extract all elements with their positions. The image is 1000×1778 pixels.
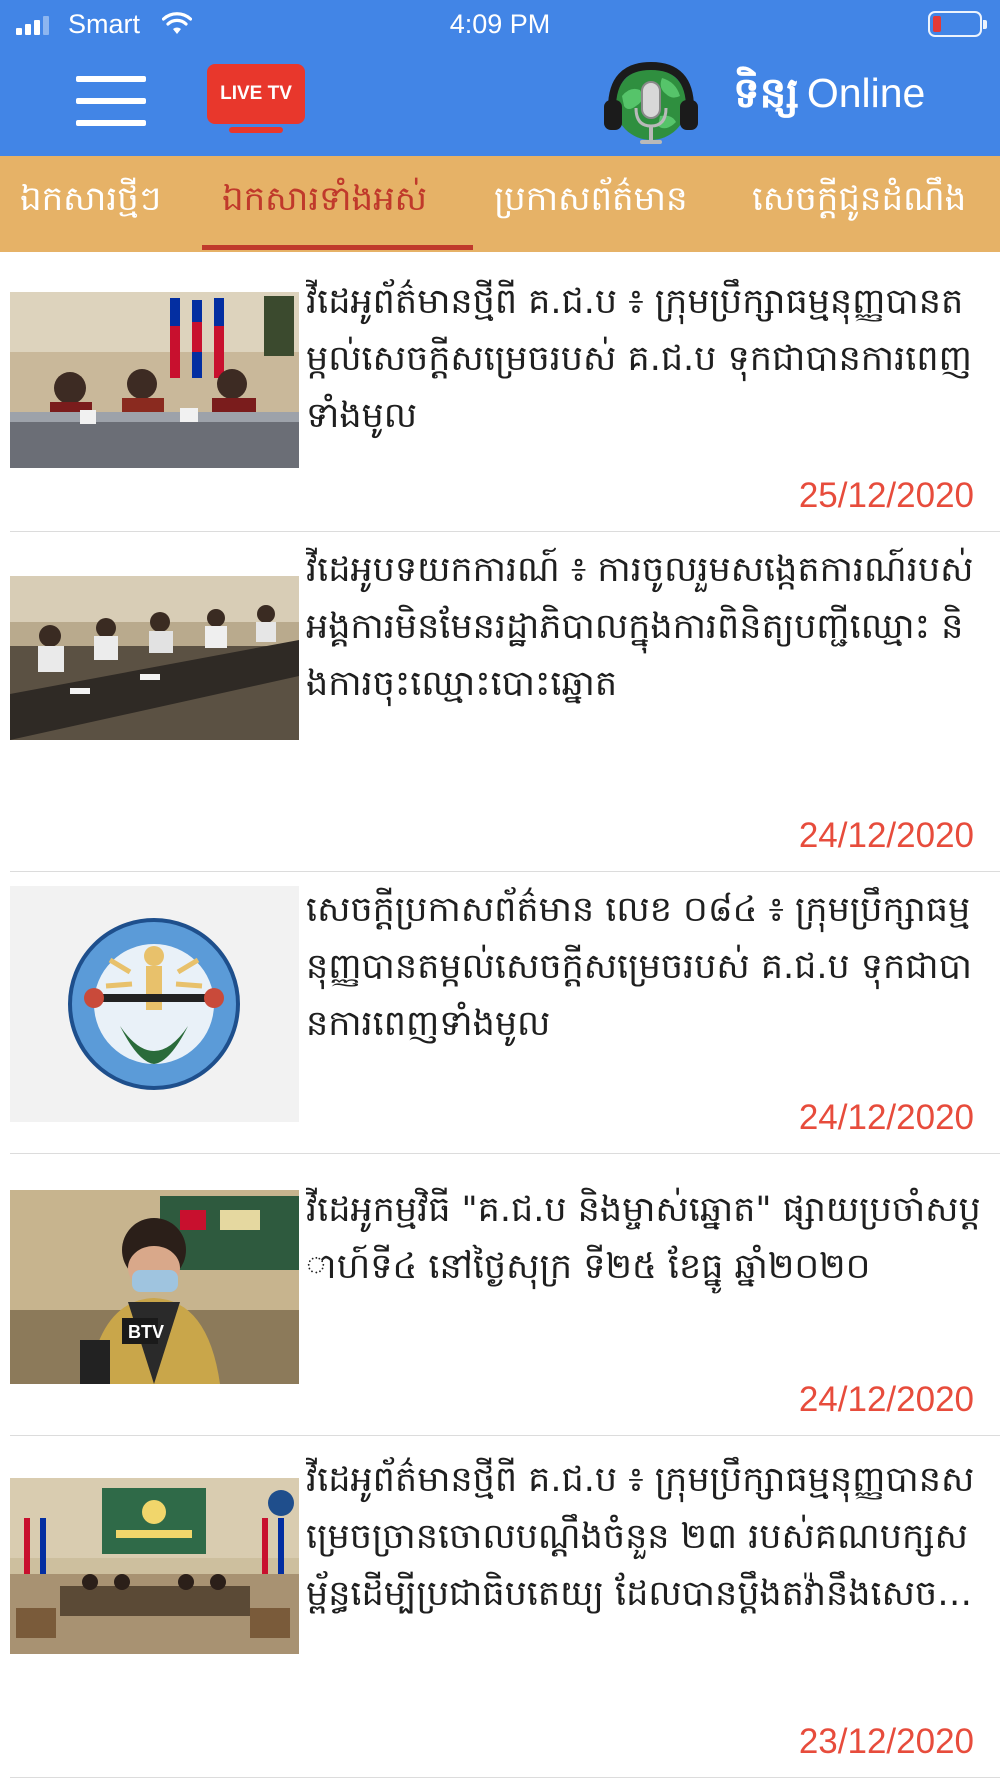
article-title: វីដេអូព័ត៌មានថ្មីពី គ.ជ.ប ៖ ក្រុមប្រឹក្ស… — [306, 1460, 975, 1614]
article-title: វីដេអូបទយកការណ៍ ៖ ការចូលរួមសង្កេតការណ៍រប… — [306, 550, 974, 704]
article-title: សេចក្ដីប្រកាសព័ត៌មាន លេខ ០៨៤ ៖ ក្រុមប្រឹ… — [306, 890, 972, 1044]
article-thumbnail — [10, 886, 299, 1122]
article-title: វីដេអូព័ត៌មានថ្មីពី គ.ជ.ប ៖ ក្រុមប្រឹក្ស… — [306, 282, 972, 436]
article-date: 23/12/2020 — [798, 1722, 974, 1761]
list-item[interactable]: BTV វីដេអូកម្មវិធី "គ.ជ.ប និងម្ចាស់ឆ្នោត… — [0, 1154, 1000, 1436]
category-tab-bar: ឯកសារថ្មីៗ ឯកសារទាំងអស់ ប្រកាសព័ត៌មាន សេ… — [0, 156, 1000, 252]
brand-khmer: ទិន្ស — [733, 68, 799, 117]
tab-press-releases[interactable]: ប្រកាសព័ត៌មាន — [494, 156, 688, 252]
list-item[interactable]: វីដេអូបទយកការណ៍ ៖ ការចូលរួមសង្កេតការណ៍រប… — [0, 532, 1000, 872]
article-date: 24/12/2020 — [798, 816, 974, 855]
active-tab-indicator — [202, 245, 473, 250]
clock: 4:09 PM — [449, 9, 551, 39]
tab-announcements[interactable]: សេចក្ដីជូនដំណឹង — [752, 156, 966, 252]
tab-all-documents[interactable]: ឯកសារទាំងអស់ — [222, 156, 427, 252]
svg-text:BTV: BTV — [128, 1322, 164, 1342]
article-thumbnail — [10, 1478, 299, 1654]
tab-new-documents[interactable]: ឯកសារថ្មីៗ — [20, 156, 161, 252]
list-item[interactable]: សេចក្ដីប្រកាសព័ត៌មាន លេខ ០៨៤ ៖ ក្រុមប្រឹ… — [0, 872, 1000, 1154]
app-header: LIVE TV ទិន្ស Online — [0, 50, 1000, 156]
status-bar: Smart 4:09 PM — [0, 0, 1000, 50]
article-thumbnail — [10, 576, 299, 740]
battery-icon — [928, 11, 987, 37]
live-tv-label: LIVE TV — [207, 64, 305, 124]
nec-emblem-icon — [10, 886, 299, 1122]
article-date: 25/12/2020 — [798, 476, 974, 515]
brand-latin: Online — [806, 70, 926, 116]
article-title: វីដេអូកម្មវិធី "គ.ជ.ប និងម្ចាស់ឆ្នោត" ផ្… — [306, 1190, 981, 1287]
article-thumbnail: BTV — [10, 1190, 299, 1384]
live-tv-button[interactable]: LIVE TV — [207, 64, 305, 136]
brand-title: ទិន្ស Online — [733, 66, 925, 128]
microphone-headphones-globe-icon — [604, 61, 698, 144]
article-date: 24/12/2020 — [798, 1098, 974, 1137]
article-date: 24/12/2020 — [798, 1380, 974, 1419]
article-thumbnail — [10, 292, 299, 468]
list-item[interactable]: វីដេអូព័ត៌មានថ្មីពី គ.ជ.ប ៖ ក្រុមប្រឹក្ស… — [0, 252, 1000, 532]
list-item[interactable]: វីដេអូព័ត៌មានថ្មីពី គ.ជ.ប ៖ ក្រុមប្រឹក្ស… — [0, 1436, 1000, 1778]
hamburger-menu-icon[interactable] — [76, 76, 146, 128]
